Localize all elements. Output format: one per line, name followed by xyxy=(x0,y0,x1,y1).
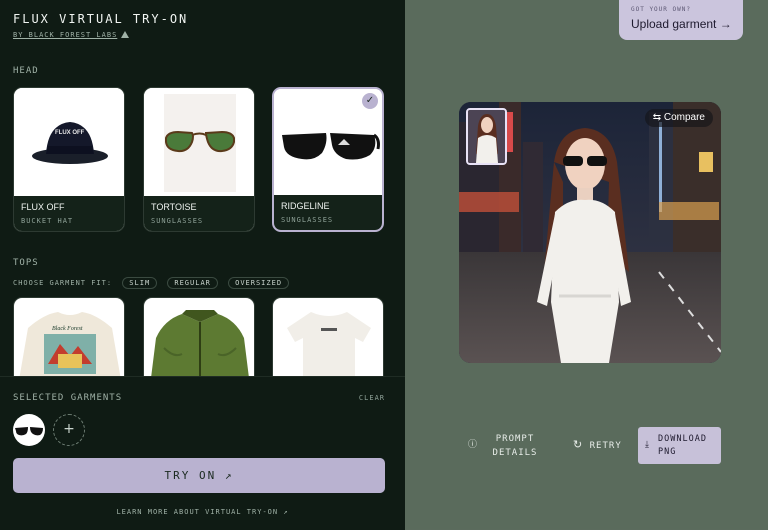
try-on-button[interactable]: TRY ON ↗ xyxy=(13,458,385,493)
garment-card-ridgeline[interactable]: ✓ RIDGELINE SUNGLASSES xyxy=(272,87,384,232)
add-garment-button[interactable]: + xyxy=(53,414,85,446)
section-label-tops: TOPS xyxy=(13,258,39,268)
garment-name: TORTOISE xyxy=(151,202,197,212)
selected-check-icon: ✓ xyxy=(362,93,378,109)
garment-panel: FLUX VIRTUAL TRY-ON BY BLACK FOREST LABS… xyxy=(0,0,405,530)
byline-link[interactable]: BY BLACK FOREST LABS xyxy=(13,31,130,39)
upload-label: Upload garment → xyxy=(631,17,732,31)
download-icon: ⤓ xyxy=(645,440,650,450)
sweatshirt-image: Black Forest xyxy=(18,312,122,385)
garment-name: FLUX OFF xyxy=(21,202,65,212)
svg-text:Black Forest: Black Forest xyxy=(52,326,83,332)
retry-label: RETRY xyxy=(589,441,622,451)
tshirt-image xyxy=(287,312,371,385)
garment-card-tortoise[interactable]: TORTOISE SUNGLASSES xyxy=(143,87,255,232)
garment-name: RIDGELINE xyxy=(281,201,330,211)
compare-label: Compare xyxy=(663,112,705,123)
svg-text:FLUX OFF: FLUX OFF xyxy=(55,130,85,136)
section-label-head: HEAD xyxy=(13,66,39,76)
app-title: FLUX VIRTUAL TRY-ON xyxy=(13,12,189,26)
download-line-1: DOWNLOAD xyxy=(658,434,707,444)
garment-card-flux-off[interactable]: FLUX OFF FLUX OFF BUCKET HAT xyxy=(13,87,125,232)
upload-hint: GOT YOUR OWN? xyxy=(631,6,691,13)
prompt-line-2: DETAILS xyxy=(492,448,538,458)
retry-button[interactable]: ↻ RETRY xyxy=(573,438,627,453)
original-photo-thumbnail[interactable] xyxy=(466,108,507,165)
fit-option-regular[interactable]: REGULAR xyxy=(167,277,218,289)
download-png-button[interactable]: ⤓ DOWNLOAD PNG xyxy=(638,427,721,464)
top-card-bomber[interactable] xyxy=(143,297,255,385)
result-panel: GOT YOUR OWN? Upload garment → ⇆ Compare… xyxy=(405,0,768,529)
upload-garment-button[interactable]: GOT YOUR OWN? Upload garment → xyxy=(619,0,743,40)
byline-text: BY BLACK FOREST LABS xyxy=(13,31,118,39)
top-card-tshirt[interactable] xyxy=(272,297,384,385)
bomber-jacket-image xyxy=(150,310,250,385)
garment-type: BUCKET HAT xyxy=(21,217,74,225)
learn-more-link[interactable]: LEARN MORE ABOUT VIRTUAL TRY-ON ↗ xyxy=(0,508,405,516)
prompt-line-1: PROMPT xyxy=(495,434,535,444)
top-card-sweatshirt[interactable]: Black Forest xyxy=(13,297,125,385)
compare-icon: ⇆ xyxy=(652,112,662,123)
download-line-2: PNG xyxy=(658,447,677,457)
fit-option-slim[interactable]: SLIM xyxy=(122,277,158,289)
selected-garment-thumbnail[interactable] xyxy=(13,414,45,446)
prompt-details-button[interactable]: ⓘ PROMPT DETAILS xyxy=(468,432,548,460)
fit-selector: CHOOSE GARMENT FIT: SLIM REGULAR OVERSIZ… xyxy=(13,277,290,289)
retry-icon: ↻ xyxy=(573,438,584,451)
tortoise-sunglasses-image xyxy=(144,88,254,198)
info-icon: ⓘ xyxy=(468,440,479,450)
bucket-hat-image: FLUX OFF xyxy=(14,88,124,198)
clear-button[interactable]: CLEAR xyxy=(359,394,385,402)
garment-type: SUNGLASSES xyxy=(281,216,334,224)
bfl-logo-icon xyxy=(121,31,130,38)
fit-label: CHOOSE GARMENT FIT: xyxy=(13,279,113,287)
garment-type: SUNGLASSES xyxy=(151,217,204,225)
selected-garments-label: SELECTED GARMENTS xyxy=(13,393,123,403)
compare-button[interactable]: ⇆ Compare xyxy=(644,109,713,127)
try-on-result-image: ⇆ Compare xyxy=(459,102,721,363)
selected-garments-panel: SELECTED GARMENTS CLEAR + TRY ON ↗ LEARN… xyxy=(0,376,405,530)
fit-option-oversized[interactable]: OVERSIZED xyxy=(228,277,290,289)
